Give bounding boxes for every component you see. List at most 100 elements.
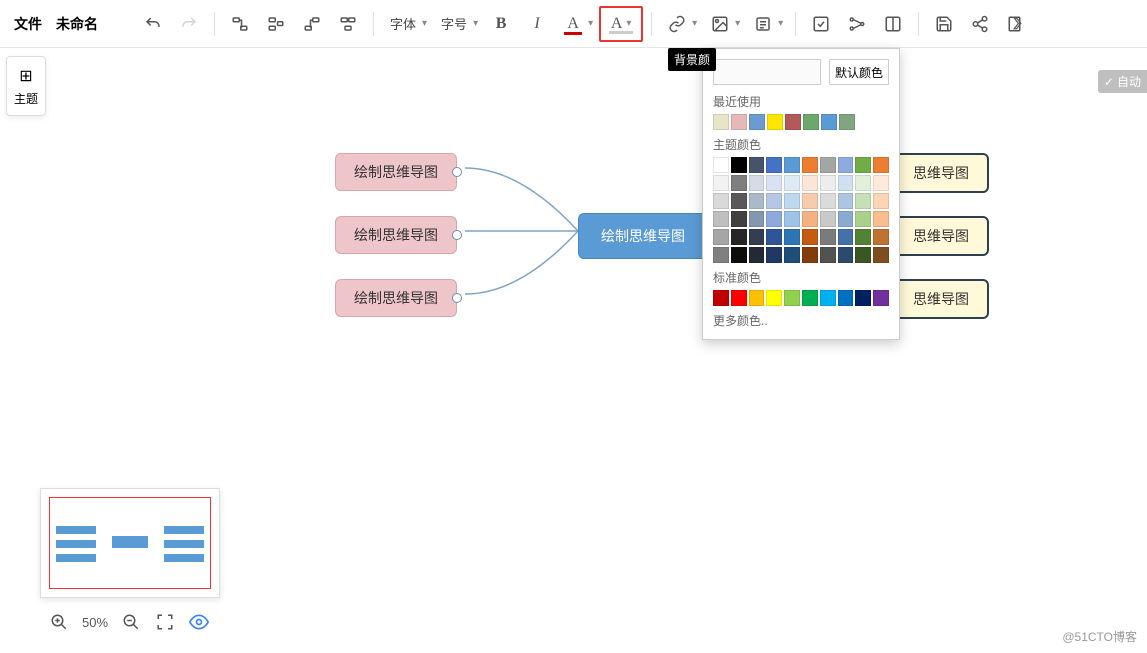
color-swatch[interactable] bbox=[713, 175, 729, 191]
color-swatch[interactable] bbox=[749, 157, 765, 173]
color-swatch[interactable] bbox=[749, 175, 765, 191]
color-swatch[interactable] bbox=[766, 211, 782, 227]
color-swatch[interactable] bbox=[784, 229, 800, 245]
color-swatch[interactable] bbox=[820, 229, 836, 245]
color-swatch[interactable] bbox=[731, 114, 747, 130]
color-swatch[interactable] bbox=[873, 229, 889, 245]
color-swatch[interactable] bbox=[820, 175, 836, 191]
right-node-1[interactable]: 思维导图 bbox=[893, 153, 989, 193]
color-swatch[interactable] bbox=[873, 211, 889, 227]
right-node-2[interactable]: 思维导图 bbox=[893, 216, 989, 256]
document-name[interactable]: 未命名 bbox=[50, 14, 104, 34]
color-swatch[interactable] bbox=[855, 193, 871, 209]
color-swatch[interactable] bbox=[873, 193, 889, 209]
color-swatch[interactable] bbox=[838, 175, 854, 191]
color-swatch[interactable] bbox=[713, 193, 729, 209]
color-swatch[interactable] bbox=[855, 211, 871, 227]
color-swatch[interactable] bbox=[766, 175, 782, 191]
color-swatch[interactable] bbox=[802, 211, 818, 227]
redo-button[interactable] bbox=[172, 7, 206, 41]
color-swatch[interactable] bbox=[749, 229, 765, 245]
center-node[interactable]: 绘制思维导图 bbox=[578, 213, 708, 259]
color-swatch[interactable] bbox=[784, 290, 800, 306]
color-swatch[interactable] bbox=[784, 157, 800, 173]
color-swatch[interactable] bbox=[802, 290, 818, 306]
insert-sibling-button[interactable] bbox=[259, 7, 293, 41]
color-swatch[interactable] bbox=[838, 193, 854, 209]
chevron-down-icon[interactable]: ▾ bbox=[778, 18, 783, 29]
background-color-button[interactable]: A▾ bbox=[599, 6, 643, 42]
color-swatch[interactable] bbox=[838, 157, 854, 173]
color-swatch[interactable] bbox=[766, 157, 782, 173]
chevron-down-icon[interactable]: ▾ bbox=[692, 18, 697, 29]
color-swatch[interactable] bbox=[873, 290, 889, 306]
color-swatch[interactable] bbox=[855, 290, 871, 306]
color-swatch[interactable] bbox=[749, 290, 765, 306]
italic-button[interactable]: I bbox=[520, 7, 554, 41]
color-swatch[interactable] bbox=[839, 114, 855, 130]
image-button[interactable] bbox=[703, 7, 737, 41]
zoom-out-button[interactable] bbox=[120, 611, 142, 633]
color-swatch[interactable] bbox=[731, 229, 747, 245]
color-swatch[interactable] bbox=[713, 247, 729, 263]
color-swatch[interactable] bbox=[731, 290, 747, 306]
color-swatch[interactable] bbox=[749, 114, 765, 130]
more-colors-button[interactable]: 更多颜色.. bbox=[713, 312, 889, 329]
color-swatch[interactable] bbox=[873, 157, 889, 173]
color-swatch[interactable] bbox=[802, 229, 818, 245]
undo-button[interactable] bbox=[136, 7, 170, 41]
color-swatch[interactable] bbox=[784, 175, 800, 191]
color-swatch[interactable] bbox=[820, 290, 836, 306]
color-swatch[interactable] bbox=[766, 290, 782, 306]
color-swatch[interactable] bbox=[784, 193, 800, 209]
color-swatch[interactable] bbox=[821, 114, 837, 130]
color-swatch[interactable] bbox=[713, 114, 729, 130]
color-swatch[interactable] bbox=[784, 247, 800, 263]
font-size-select[interactable]: 字号 bbox=[433, 14, 475, 33]
insert-floating-button[interactable] bbox=[331, 7, 365, 41]
zoom-in-button[interactable] bbox=[48, 611, 70, 633]
default-color-button[interactable]: 默认颜色 bbox=[829, 59, 889, 85]
chevron-down-icon[interactable]: ▾ bbox=[735, 18, 740, 29]
file-menu[interactable]: 文件 bbox=[8, 14, 48, 34]
export-button[interactable] bbox=[999, 7, 1033, 41]
color-swatch[interactable] bbox=[713, 157, 729, 173]
bold-button[interactable]: B bbox=[484, 7, 518, 41]
color-swatch[interactable] bbox=[731, 211, 747, 227]
color-swatch[interactable] bbox=[749, 211, 765, 227]
color-swatch[interactable] bbox=[766, 229, 782, 245]
color-swatch[interactable] bbox=[731, 193, 747, 209]
color-swatch[interactable] bbox=[749, 193, 765, 209]
relationship-button[interactable] bbox=[840, 7, 874, 41]
color-swatch[interactable] bbox=[873, 247, 889, 263]
color-swatch[interactable] bbox=[803, 114, 819, 130]
color-swatch[interactable] bbox=[802, 193, 818, 209]
color-swatch[interactable] bbox=[767, 114, 783, 130]
task-button[interactable] bbox=[804, 7, 838, 41]
color-swatch[interactable] bbox=[838, 229, 854, 245]
color-swatch[interactable] bbox=[855, 247, 871, 263]
color-swatch[interactable] bbox=[713, 229, 729, 245]
left-node-2[interactable]: 绘制思维导图 bbox=[335, 216, 457, 254]
color-swatch[interactable] bbox=[855, 175, 871, 191]
color-swatch[interactable] bbox=[731, 157, 747, 173]
color-swatch[interactable] bbox=[713, 290, 729, 306]
left-node-1[interactable]: 绘制思维导图 bbox=[335, 153, 457, 191]
right-node-3[interactable]: 思维导图 bbox=[893, 279, 989, 319]
color-swatch[interactable] bbox=[820, 193, 836, 209]
color-swatch[interactable] bbox=[838, 247, 854, 263]
color-swatch[interactable] bbox=[731, 175, 747, 191]
font-family-select[interactable]: 字体 bbox=[382, 14, 424, 33]
boundary-button[interactable] bbox=[876, 7, 910, 41]
insert-child-button[interactable] bbox=[223, 7, 257, 41]
color-swatch[interactable] bbox=[802, 247, 818, 263]
color-swatch[interactable] bbox=[749, 247, 765, 263]
color-swatch[interactable] bbox=[766, 193, 782, 209]
insert-parent-button[interactable] bbox=[295, 7, 329, 41]
color-swatch[interactable] bbox=[713, 211, 729, 227]
color-swatch[interactable] bbox=[838, 211, 854, 227]
color-swatch[interactable] bbox=[766, 247, 782, 263]
save-button[interactable] bbox=[927, 7, 961, 41]
left-node-3[interactable]: 绘制思维导图 bbox=[335, 279, 457, 317]
color-swatch[interactable] bbox=[820, 247, 836, 263]
